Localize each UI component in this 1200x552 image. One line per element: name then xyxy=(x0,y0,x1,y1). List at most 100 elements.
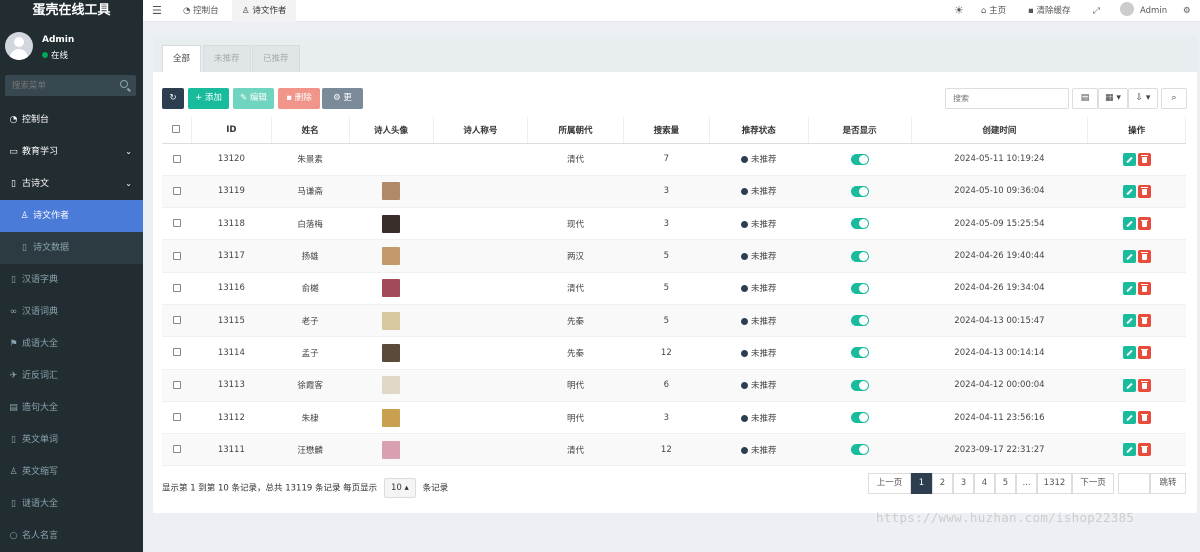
poet-avatar-image[interactable] xyxy=(382,408,401,427)
row-edit-icon[interactable] xyxy=(1122,314,1136,328)
page-1-button[interactable]: 1 xyxy=(911,473,932,494)
add-button[interactable]: + 添加 xyxy=(188,88,229,109)
row-edit-icon[interactable] xyxy=(1122,152,1136,166)
jump-button[interactable]: 跳转 xyxy=(1150,473,1186,494)
row-checkbox[interactable] xyxy=(172,445,181,454)
sidebar-item-2[interactable]: ▯ 古诗文 ⌄ xyxy=(0,168,143,200)
advanced-search-button[interactable]: ⌕ xyxy=(1161,88,1187,109)
sidebar-item-13[interactable]: ○ 名人名言 xyxy=(0,520,143,552)
column-header[interactable]: 所属朝代 xyxy=(527,117,624,144)
home-link[interactable]: ⌂ 主页 xyxy=(981,0,1006,22)
select-all-checkbox[interactable] xyxy=(172,125,181,134)
fullscreen-icon[interactable]: ⤢ xyxy=(1093,0,1100,22)
column-header[interactable]: 诗人头像 xyxy=(349,117,434,144)
export-button[interactable]: ⇩ ▾ xyxy=(1128,88,1158,109)
sidebar-item-12[interactable]: ▯ 谜语大全 xyxy=(0,488,143,520)
row-checkbox[interactable] xyxy=(172,251,181,260)
row-edit-icon[interactable] xyxy=(1122,281,1136,295)
column-header[interactable]: ID xyxy=(191,117,272,144)
visible-toggle[interactable] xyxy=(850,250,869,262)
page-2-button[interactable]: 2 xyxy=(932,473,953,494)
delete-button[interactable]: ▪ 删除 xyxy=(278,88,320,109)
sidebar-item-0[interactable]: ◔ 控制台 xyxy=(0,104,143,136)
page-4-button[interactable]: 4 xyxy=(974,473,995,494)
sidebar-item-5[interactable]: ▯ 汉语字典 xyxy=(0,264,143,296)
poet-avatar-image[interactable] xyxy=(382,182,401,201)
row-edit-icon[interactable] xyxy=(1122,217,1136,231)
visible-toggle[interactable] xyxy=(850,153,869,165)
page-last-button[interactable]: 1312 xyxy=(1037,473,1072,494)
poet-avatar-image[interactable] xyxy=(382,343,401,362)
page-3-button[interactable]: 3 xyxy=(953,473,974,494)
row-delete-icon[interactable] xyxy=(1137,184,1151,198)
row-edit-icon[interactable] xyxy=(1122,443,1136,457)
row-checkbox[interactable] xyxy=(172,413,181,422)
refresh-button[interactable]: ↻ xyxy=(162,88,184,109)
row-delete-icon[interactable] xyxy=(1137,152,1151,166)
visible-toggle[interactable] xyxy=(850,347,869,359)
column-header[interactable]: 姓名 xyxy=(271,117,350,144)
columns-button[interactable]: ▦ ▾ xyxy=(1098,88,1128,109)
search-icon[interactable] xyxy=(120,80,128,88)
visible-toggle[interactable] xyxy=(850,412,869,424)
poet-avatar-image[interactable] xyxy=(382,214,401,233)
column-header[interactable]: 操作 xyxy=(1087,117,1186,144)
column-header[interactable]: 搜索量 xyxy=(623,117,710,144)
visible-toggle[interactable] xyxy=(850,379,869,391)
tab-recommended[interactable]: 已推荐 xyxy=(252,45,300,72)
sidebar-item-10[interactable]: ▯ 英文单词 xyxy=(0,424,143,456)
sidebar-item-7[interactable]: ⚑ 成语大全 xyxy=(0,328,143,360)
column-header[interactable]: 是否显示 xyxy=(808,117,912,144)
row-delete-icon[interactable] xyxy=(1137,443,1151,457)
row-delete-icon[interactable] xyxy=(1137,249,1151,263)
brand-logo[interactable]: 蛋壳在线工具 xyxy=(0,0,143,22)
settings-icon[interactable]: ⚙ xyxy=(1183,0,1191,22)
sidebar-item-11[interactable]: ♙ 英文缩写 xyxy=(0,456,143,488)
row-edit-icon[interactable] xyxy=(1122,184,1136,198)
column-header[interactable]: 诗人称号 xyxy=(433,117,529,144)
tab-dashboard[interactable]: ◔ 控制台 xyxy=(173,0,229,22)
row-edit-icon[interactable] xyxy=(1122,249,1136,263)
row-delete-icon[interactable] xyxy=(1137,411,1151,425)
jump-page-input[interactable] xyxy=(1118,473,1150,494)
sidebar-item-9[interactable]: ▤ 造句大全 xyxy=(0,392,143,424)
row-delete-icon[interactable] xyxy=(1137,314,1151,328)
poet-avatar-image[interactable] xyxy=(382,311,401,330)
visible-toggle[interactable] xyxy=(850,218,869,230)
row-checkbox[interactable] xyxy=(172,219,181,228)
sidebar-item-1[interactable]: ▭ 教育学习 ⌄ xyxy=(0,136,143,168)
visible-toggle[interactable] xyxy=(850,315,869,327)
sidebar-item-6[interactable]: ∞ 汉语词典 xyxy=(0,296,143,328)
visible-toggle[interactable] xyxy=(850,282,869,294)
toggle-view-button[interactable]: ▤ xyxy=(1072,88,1098,109)
row-delete-icon[interactable] xyxy=(1137,217,1151,231)
hamburger-menu-icon[interactable]: ☰ xyxy=(152,4,162,17)
more-button[interactable]: ⚙ 更多 xyxy=(322,88,363,124)
tab-not-recommended[interactable]: 未推荐 xyxy=(203,45,251,72)
visible-toggle[interactable] xyxy=(850,185,869,197)
row-edit-icon[interactable] xyxy=(1122,378,1136,392)
brightness-icon[interactable]: ☀ xyxy=(954,0,964,22)
row-checkbox[interactable] xyxy=(172,348,181,357)
tab-all[interactable]: 全部 xyxy=(162,45,202,72)
sidebar-item-4[interactable]: ▯ 诗文数据 xyxy=(0,232,143,264)
row-checkbox[interactable] xyxy=(172,186,181,195)
row-checkbox[interactable] xyxy=(172,380,181,389)
sidebar-item-3[interactable]: ♙ 诗文作者 xyxy=(0,200,143,232)
poet-avatar-image[interactable] xyxy=(382,247,401,266)
edit-button[interactable]: ✎ 编辑 xyxy=(233,88,274,109)
clear-cache-button[interactable]: ▪ 清除缓存 xyxy=(1028,0,1070,22)
poet-avatar-image[interactable] xyxy=(382,279,401,298)
poet-avatar-image[interactable] xyxy=(382,440,401,459)
prev-page-button[interactable]: 上一页 xyxy=(868,473,911,494)
poet-avatar-image[interactable] xyxy=(382,376,401,395)
column-header[interactable]: 创建时间 xyxy=(911,117,1089,144)
admin-menu[interactable]: Admin xyxy=(1120,0,1167,22)
row-delete-icon[interactable] xyxy=(1137,281,1151,295)
row-checkbox[interactable] xyxy=(172,316,181,325)
row-edit-icon[interactable] xyxy=(1122,346,1136,360)
row-checkbox[interactable] xyxy=(172,283,181,292)
tab-poet-authors[interactable]: ♙ 诗文作者 xyxy=(232,0,297,22)
page-5-button[interactable]: 5 xyxy=(995,473,1016,494)
sidebar-item-8[interactable]: ✈ 近反词汇 xyxy=(0,360,143,392)
